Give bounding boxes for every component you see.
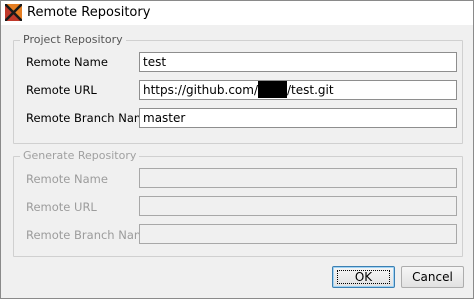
remote-url-label: Remote URL <box>26 83 97 97</box>
generate-remote-url-label: Remote URL <box>26 200 97 214</box>
remote-url-field[interactable]: https://github.com/ /test.git <box>139 80 457 100</box>
title-bar: Remote Repository <box>1 1 473 25</box>
generate-remote-branch-label: Remote Branch Name <box>26 228 153 242</box>
generate-remote-branch-field[interactable] <box>139 224 457 244</box>
app-logo-icon <box>5 4 22 21</box>
project-repository-legend: Project Repository <box>20 33 126 47</box>
cancel-button-label: Cancel <box>412 270 453 284</box>
remote-name-field[interactable]: test <box>139 52 457 72</box>
remote-branch-label: Remote Branch Name <box>26 111 153 125</box>
generate-remote-url-field[interactable] <box>139 196 457 216</box>
generate-remote-name-label: Remote Name <box>26 172 108 186</box>
ok-button[interactable]: OK <box>332 266 395 288</box>
focus-indicator <box>337 270 390 284</box>
remote-branch-value: master <box>143 111 186 125</box>
redacted-username-block <box>257 81 287 98</box>
cancel-button[interactable]: Cancel <box>401 266 464 288</box>
remote-repository-dialog: Remote Repository Project Repository Rem… <box>0 0 474 299</box>
remote-url-suffix: /test.git <box>286 83 334 97</box>
generate-repository-legend: Generate Repository <box>20 149 140 163</box>
generate-remote-name-field[interactable] <box>139 168 457 188</box>
window-title: Remote Repository <box>27 5 151 20</box>
remote-name-value: test <box>143 55 167 69</box>
remote-branch-field[interactable]: master <box>139 108 457 128</box>
remote-url-prefix: https://github.com/ <box>143 83 258 97</box>
remote-name-label: Remote Name <box>26 55 108 69</box>
